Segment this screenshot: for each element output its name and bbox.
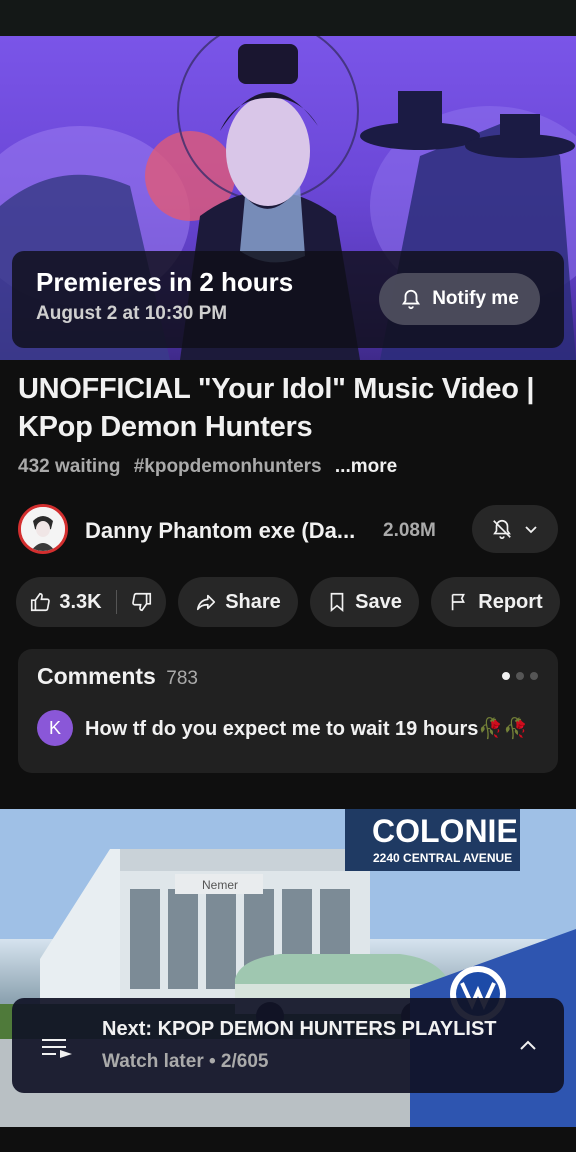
comments-heading: Comments 783: [37, 663, 198, 690]
like-dislike-group[interactable]: 3.3K: [16, 577, 166, 627]
save-button[interactable]: Save: [310, 577, 419, 627]
status-bar: [0, 0, 576, 36]
thumbs-up-icon[interactable]: [29, 591, 51, 613]
notify-me-button[interactable]: Notify me: [379, 273, 540, 325]
like-count: 3.3K: [59, 590, 102, 613]
dealership-sign-address: 2240 CENTRAL AVENUE: [373, 851, 512, 865]
next-video-subtitle: Watch later • 2/605: [102, 1051, 269, 1072]
building-sign-text: Nemer: [202, 878, 238, 892]
video-meta[interactable]: 432 waiting #kpopdemonhunters ...more: [18, 456, 405, 478]
premiere-title: Premieres in 2 hours: [36, 267, 294, 297]
thumbs-down-icon[interactable]: [131, 591, 153, 613]
channel-avatar-image: [21, 507, 65, 551]
playlist-icon: [42, 1039, 72, 1058]
like-divider: [115, 590, 117, 614]
system-nav-bar: [0, 1127, 576, 1152]
commenter-avatar: K: [37, 710, 73, 746]
dealership-sign-title: COLONIE: [372, 813, 518, 849]
up-next-bar[interactable]: Next: KPOP DEMON HUNTERS PLAYLIST Watch …: [12, 998, 564, 1093]
share-label: Share: [225, 590, 281, 613]
carousel-indicator: [502, 672, 538, 680]
video-player[interactable]: Premieres in 2 hours August 2 at 10:30 P…: [0, 36, 576, 360]
share-button[interactable]: Share: [178, 577, 298, 627]
report-label: Report: [478, 590, 543, 613]
flag-icon: [452, 593, 466, 611]
carousel-dot: [516, 672, 524, 680]
bell-icon: [402, 289, 421, 310]
more-link[interactable]: ...more: [335, 456, 397, 477]
save-label: Save: [355, 590, 402, 613]
video-title: UNOFFICIAL "Your Idol" Music Video | KPo…: [18, 373, 535, 443]
top-comment-text: How tf do you expect me to wait 19 hours…: [85, 718, 529, 740]
chevron-down-icon: [525, 526, 537, 534]
carousel-dot: [530, 672, 538, 680]
chevron-up-icon[interactable]: [516, 1034, 540, 1058]
waiting-count: 432 waiting: [18, 456, 121, 477]
premiere-date: August 2 at 10:30 PM: [36, 303, 228, 324]
subscriber-count: 2.08M: [383, 520, 436, 541]
premiere-banner: Premieres in 2 hours August 2 at 10:30 P…: [12, 251, 564, 348]
subscription-notifications-button[interactable]: [472, 505, 558, 553]
bell-off-icon: [493, 519, 511, 539]
report-button[interactable]: Report: [431, 577, 560, 627]
comments-count: 783: [166, 668, 198, 689]
channel-name[interactable]: Danny Phantom exe (Da...: [85, 518, 365, 544]
comments-title: Comments: [37, 663, 156, 689]
next-video-title: Next: KPOP DEMON HUNTERS PLAYLIST: [102, 1018, 497, 1040]
hashtag-link[interactable]: #kpopdemonhunters: [134, 456, 322, 477]
share-icon: [197, 594, 216, 611]
channel-avatar[interactable]: [18, 504, 68, 554]
comments-card[interactable]: Comments 783 K How tf do you expect me t…: [18, 649, 558, 773]
notify-me-label: Notify me: [432, 288, 519, 309]
bookmark-icon: [330, 592, 344, 613]
carousel-dot: [502, 672, 510, 680]
